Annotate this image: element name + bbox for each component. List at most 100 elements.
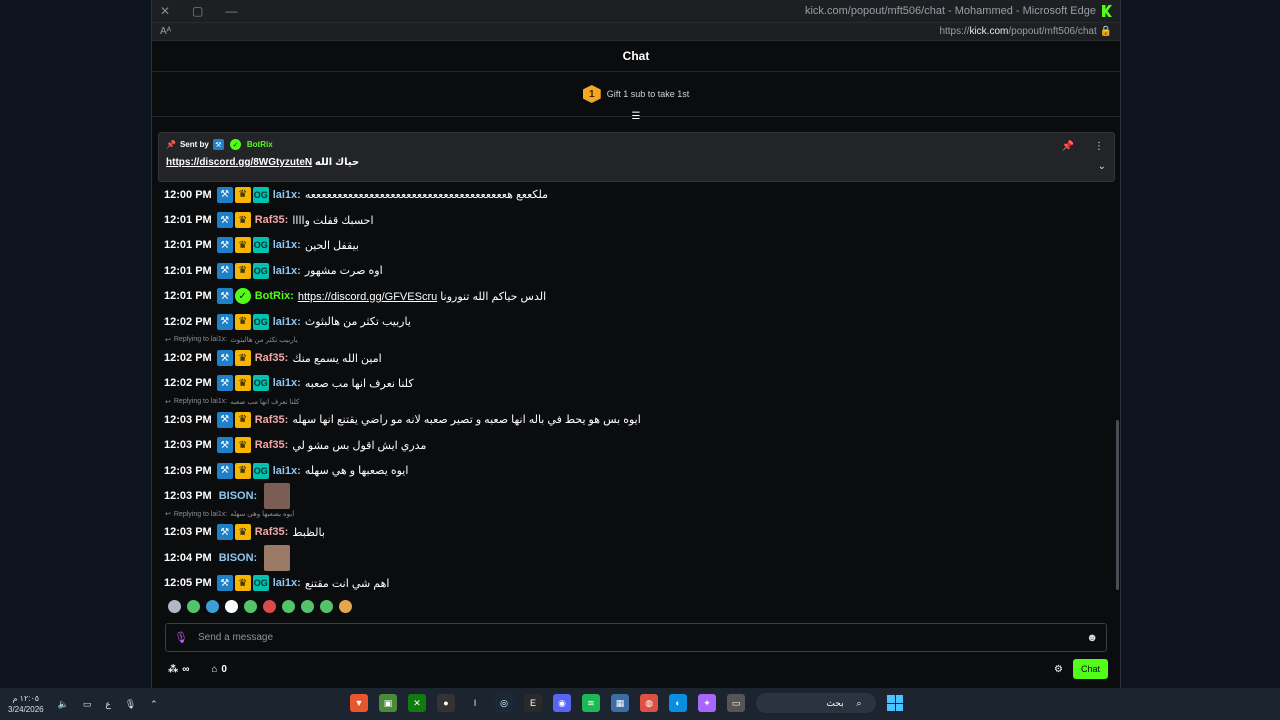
mic-tray-icon[interactable]: 🎙 bbox=[125, 699, 136, 710]
message-username[interactable]: Raf35 bbox=[255, 414, 285, 426]
quick-emote-icon[interactable] bbox=[244, 600, 257, 613]
vip-crown-icon[interactable]: ♛ bbox=[234, 212, 251, 229]
reply-context[interactable]: ↩ Replying to lai1x: كلنا نعرف انها مب صعب… bbox=[164, 396, 1104, 407]
minecraft-icon[interactable]: ▣ bbox=[379, 694, 397, 712]
quick-emote-icon[interactable] bbox=[225, 600, 238, 613]
message-username[interactable]: lai1x bbox=[273, 239, 297, 251]
settings-gear-icon[interactable]: ⚙ bbox=[1054, 664, 1063, 675]
vip-crown-icon[interactable]: ♛ bbox=[234, 313, 251, 330]
clock[interactable]: ١٢:٠٥ م 3/24/2026 bbox=[8, 693, 44, 715]
quick-emote-icon[interactable] bbox=[263, 600, 276, 613]
chat-scrollbar[interactable] bbox=[1116, 420, 1119, 590]
more-options-icon[interactable]: ⋮ bbox=[1094, 141, 1104, 152]
pen-app-icon[interactable]: ǀ bbox=[466, 694, 484, 712]
emoji-picker-icon[interactable]: ☻ bbox=[1086, 632, 1098, 644]
network-icon[interactable]: ▭ bbox=[83, 699, 92, 710]
vip-crown-icon[interactable]: ♛ bbox=[234, 524, 251, 541]
copilot-icon[interactable]: ✦ bbox=[698, 694, 716, 712]
moderator-badge-icon[interactable]: ⚒ bbox=[216, 575, 233, 592]
pinned-bot-name[interactable]: BotRix bbox=[247, 140, 273, 149]
minimize-window-icon[interactable]: — bbox=[225, 4, 237, 18]
og-badge-icon[interactable]: OG bbox=[252, 262, 269, 279]
moderator-badge-icon[interactable]: ⚒ bbox=[216, 437, 233, 454]
vip-crown-icon[interactable]: ♛ bbox=[234, 575, 251, 592]
moderator-badge-icon[interactable]: ⚒ bbox=[216, 524, 233, 541]
og-badge-icon[interactable]: OG bbox=[252, 237, 269, 254]
collapse-pinned-icon[interactable]: ☰ bbox=[630, 112, 642, 122]
vip-crown-icon[interactable]: ♛ bbox=[234, 186, 251, 203]
message-username[interactable]: BISON bbox=[219, 490, 254, 502]
vip-crown-icon[interactable]: ♛ bbox=[234, 437, 251, 454]
moderator-badge-icon[interactable]: ⚒ bbox=[216, 375, 233, 392]
quick-emote-icon[interactable] bbox=[339, 600, 352, 613]
message-username[interactable]: BISON bbox=[219, 552, 254, 564]
message-username[interactable]: lai1x bbox=[273, 465, 297, 477]
moderator-badge-icon[interactable]: ⚒ bbox=[216, 212, 233, 229]
verified-badge-icon[interactable]: ✓ bbox=[234, 288, 251, 305]
quick-emote-icon[interactable] bbox=[168, 600, 181, 613]
message-username[interactable]: lai1x bbox=[273, 316, 297, 328]
channel-points[interactable]: ⁂ ∞ bbox=[168, 664, 189, 675]
edge-icon[interactable]: ◐ bbox=[669, 694, 687, 712]
vip-crown-icon[interactable]: ♛ bbox=[234, 411, 251, 428]
og-badge-icon[interactable]: OG bbox=[252, 313, 269, 330]
discord-icon[interactable]: ◉ bbox=[553, 694, 571, 712]
reply-context[interactable]: ↩ Replying to lai1x: ياربيب تكثر من هالبثو… bbox=[164, 334, 1104, 345]
moderator-badge-icon[interactable]: ⚒ bbox=[216, 288, 233, 305]
vip-crown-icon[interactable]: ♛ bbox=[234, 350, 251, 367]
og-badge-icon[interactable]: OG bbox=[252, 186, 269, 203]
read-aloud-icon[interactable]: Aᴬ bbox=[160, 26, 171, 37]
taskbar-search[interactable]: بحث ⌕ bbox=[756, 693, 876, 713]
og-badge-icon[interactable]: OG bbox=[252, 462, 269, 479]
chevron-down-icon[interactable]: ⌄ bbox=[1098, 161, 1106, 172]
moderator-badge-icon[interactable]: ⚒ bbox=[216, 186, 233, 203]
quick-emote-icon[interactable] bbox=[301, 600, 314, 613]
xbox-icon[interactable]: ✕ bbox=[408, 694, 426, 712]
chat-send-button[interactable]: Chat bbox=[1072, 659, 1108, 679]
vip-crown-icon[interactable]: ♛ bbox=[234, 375, 251, 392]
message-composer[interactable]: 🎙 Send a message ☻ bbox=[165, 623, 1107, 652]
unpin-icon[interactable]: 📌 bbox=[1062, 141, 1074, 152]
language-indicator[interactable]: ع bbox=[105, 699, 110, 710]
store-app-icon[interactable]: ▦ bbox=[611, 694, 629, 712]
vip-crown-icon[interactable]: ♛ bbox=[234, 237, 251, 254]
moderator-badge-icon[interactable]: ⚒ bbox=[216, 237, 233, 254]
message-username[interactable]: lai1x bbox=[273, 265, 297, 277]
og-badge-icon[interactable]: OG bbox=[252, 375, 269, 392]
message-username[interactable]: Raf35 bbox=[255, 214, 285, 226]
brave-icon[interactable]: ▼ bbox=[350, 694, 368, 712]
chevron-up-icon[interactable]: ⌃ bbox=[150, 699, 158, 710]
steam-icon[interactable]: ◎ bbox=[495, 694, 513, 712]
windows-start-icon[interactable] bbox=[887, 695, 903, 711]
close-window-icon[interactable]: ✕ bbox=[160, 4, 170, 18]
reply-context[interactable]: ↩ Replying to lai1x: ايوه يصعبها وهي سهله bbox=[164, 509, 1104, 520]
message-username[interactable]: lai1x bbox=[273, 377, 297, 389]
quick-emote-icon[interactable] bbox=[282, 600, 295, 613]
moderator-badge-icon[interactable]: ⚒ bbox=[216, 262, 233, 279]
moderator-badge-icon[interactable]: ⚒ bbox=[216, 411, 233, 428]
og-badge-icon[interactable]: OG bbox=[252, 575, 269, 592]
microphone-icon[interactable]: 🎙 bbox=[174, 631, 188, 644]
emote-image[interactable] bbox=[264, 544, 291, 571]
message-username[interactable]: lai1x bbox=[273, 189, 297, 201]
message-username[interactable]: Raf35 bbox=[255, 526, 285, 538]
moderator-badge-icon[interactable]: ⚒ bbox=[216, 462, 233, 479]
moderator-badge-icon[interactable]: ⚒ bbox=[216, 313, 233, 330]
epic-games-icon[interactable]: E bbox=[524, 694, 542, 712]
chrome-icon[interactable]: ◍ bbox=[640, 694, 658, 712]
vip-crown-icon[interactable]: ♛ bbox=[234, 262, 251, 279]
quick-emote-icon[interactable] bbox=[187, 600, 200, 613]
moderator-badge-icon[interactable]: ⚒ bbox=[216, 350, 233, 367]
gift-leaderboard-bar[interactable]: 1 Gift 1 sub to take 1st ☰ bbox=[152, 72, 1120, 122]
spotify-icon[interactable]: ≋ bbox=[582, 694, 600, 712]
quick-emote-icon[interactable] bbox=[206, 600, 219, 613]
emote-image[interactable] bbox=[264, 483, 291, 509]
task-view-icon[interactable]: ▭ bbox=[727, 694, 745, 712]
vip-crown-icon[interactable]: ♛ bbox=[234, 462, 251, 479]
message-username[interactable]: BotRix bbox=[255, 290, 290, 302]
maximize-window-icon[interactable]: ▢ bbox=[192, 4, 203, 18]
speaker-icon[interactable]: 🔈 bbox=[58, 699, 69, 710]
message-link[interactable]: https://discord.gg/GFVEScru bbox=[298, 291, 437, 303]
message-input[interactable]: Send a message bbox=[198, 632, 273, 643]
store-points[interactable]: ⌂ 0 bbox=[211, 664, 227, 675]
